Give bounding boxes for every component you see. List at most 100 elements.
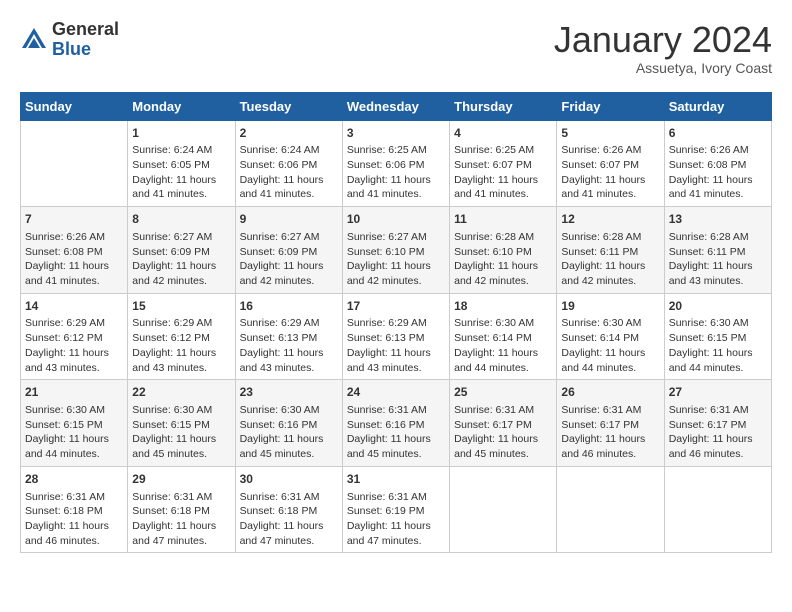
sunrise-text: Sunrise: 6:25 AM (347, 144, 427, 156)
sunset-text: Sunset: 6:17 PM (561, 419, 639, 431)
sunset-text: Sunset: 6:10 PM (454, 246, 532, 258)
daylight-text: Daylight: 11 hours and 47 minutes. (132, 520, 216, 547)
sunrise-text: Sunrise: 6:26 AM (561, 144, 641, 156)
sunrise-text: Sunrise: 6:24 AM (240, 144, 320, 156)
daylight-text: Daylight: 11 hours and 46 minutes. (669, 433, 753, 460)
sunrise-text: Sunrise: 6:31 AM (347, 491, 427, 503)
sunrise-text: Sunrise: 6:30 AM (25, 404, 105, 416)
sunrise-text: Sunrise: 6:25 AM (454, 144, 534, 156)
daylight-text: Daylight: 11 hours and 45 minutes. (454, 433, 538, 460)
daylight-text: Daylight: 11 hours and 42 minutes. (347, 260, 431, 287)
calendar-cell: 16 Sunrise: 6:29 AM Sunset: 6:13 PM Dayl… (235, 293, 342, 380)
daylight-text: Daylight: 11 hours and 41 minutes. (669, 174, 753, 201)
sunset-text: Sunset: 6:05 PM (132, 159, 210, 171)
weekday-thursday: Thursday (450, 92, 557, 120)
daylight-text: Daylight: 11 hours and 42 minutes. (454, 260, 538, 287)
day-number: 15 (132, 298, 230, 315)
sunset-text: Sunset: 6:12 PM (25, 332, 103, 344)
daylight-text: Daylight: 11 hours and 47 minutes. (347, 520, 431, 547)
calendar-cell: 23 Sunrise: 6:30 AM Sunset: 6:16 PM Dayl… (235, 380, 342, 467)
sunset-text: Sunset: 6:06 PM (240, 159, 318, 171)
sunset-text: Sunset: 6:15 PM (669, 332, 747, 344)
calendar-cell: 15 Sunrise: 6:29 AM Sunset: 6:12 PM Dayl… (128, 293, 235, 380)
title-block: January 2024 Assuetya, Ivory Coast (554, 20, 772, 76)
sunrise-text: Sunrise: 6:24 AM (132, 144, 212, 156)
month-title: January 2024 (554, 20, 772, 60)
day-number: 12 (561, 211, 659, 228)
calendar-cell: 29 Sunrise: 6:31 AM Sunset: 6:18 PM Dayl… (128, 466, 235, 553)
day-number: 9 (240, 211, 338, 228)
sunset-text: Sunset: 6:11 PM (669, 246, 746, 258)
calendar-cell: 22 Sunrise: 6:30 AM Sunset: 6:15 PM Dayl… (128, 380, 235, 467)
week-row-3: 14 Sunrise: 6:29 AM Sunset: 6:12 PM Dayl… (21, 293, 772, 380)
sunset-text: Sunset: 6:07 PM (561, 159, 639, 171)
daylight-text: Daylight: 11 hours and 43 minutes. (132, 347, 216, 374)
daylight-text: Daylight: 11 hours and 47 minutes. (240, 520, 324, 547)
sunset-text: Sunset: 6:08 PM (25, 246, 103, 258)
daylight-text: Daylight: 11 hours and 41 minutes. (25, 260, 109, 287)
calendar-cell: 24 Sunrise: 6:31 AM Sunset: 6:16 PM Dayl… (342, 380, 449, 467)
sunset-text: Sunset: 6:09 PM (132, 246, 210, 258)
logo-text: General Blue (52, 20, 119, 60)
calendar-cell: 17 Sunrise: 6:29 AM Sunset: 6:13 PM Dayl… (342, 293, 449, 380)
week-row-4: 21 Sunrise: 6:30 AM Sunset: 6:15 PM Dayl… (21, 380, 772, 467)
day-number: 3 (347, 125, 445, 142)
daylight-text: Daylight: 11 hours and 46 minutes. (25, 520, 109, 547)
sunrise-text: Sunrise: 6:31 AM (240, 491, 320, 503)
sunset-text: Sunset: 6:19 PM (347, 505, 425, 517)
sunrise-text: Sunrise: 6:30 AM (669, 317, 749, 329)
day-number: 28 (25, 471, 123, 488)
daylight-text: Daylight: 11 hours and 45 minutes. (132, 433, 216, 460)
daylight-text: Daylight: 11 hours and 41 minutes. (347, 174, 431, 201)
calendar-cell: 7 Sunrise: 6:26 AM Sunset: 6:08 PM Dayli… (21, 207, 128, 294)
daylight-text: Daylight: 11 hours and 41 minutes. (454, 174, 538, 201)
sunset-text: Sunset: 6:11 PM (561, 246, 638, 258)
sunrise-text: Sunrise: 6:31 AM (669, 404, 749, 416)
sunset-text: Sunset: 6:14 PM (561, 332, 639, 344)
calendar-cell: 28 Sunrise: 6:31 AM Sunset: 6:18 PM Dayl… (21, 466, 128, 553)
calendar-cell: 6 Sunrise: 6:26 AM Sunset: 6:08 PM Dayli… (664, 120, 771, 207)
logo-icon (20, 26, 48, 54)
logo: General Blue (20, 20, 119, 60)
sunrise-text: Sunrise: 6:30 AM (454, 317, 534, 329)
sunset-text: Sunset: 6:14 PM (454, 332, 532, 344)
calendar-cell: 19 Sunrise: 6:30 AM Sunset: 6:14 PM Dayl… (557, 293, 664, 380)
calendar-cell: 26 Sunrise: 6:31 AM Sunset: 6:17 PM Dayl… (557, 380, 664, 467)
weekday-header-row: SundayMondayTuesdayWednesdayThursdayFrid… (21, 92, 772, 120)
sunrise-text: Sunrise: 6:30 AM (240, 404, 320, 416)
day-number: 5 (561, 125, 659, 142)
weekday-tuesday: Tuesday (235, 92, 342, 120)
sunrise-text: Sunrise: 6:28 AM (561, 231, 641, 243)
sunset-text: Sunset: 6:15 PM (132, 419, 210, 431)
calendar-cell: 8 Sunrise: 6:27 AM Sunset: 6:09 PM Dayli… (128, 207, 235, 294)
calendar-cell (450, 466, 557, 553)
calendar-cell: 18 Sunrise: 6:30 AM Sunset: 6:14 PM Dayl… (450, 293, 557, 380)
sunset-text: Sunset: 6:16 PM (347, 419, 425, 431)
daylight-text: Daylight: 11 hours and 42 minutes. (132, 260, 216, 287)
day-number: 26 (561, 384, 659, 401)
day-number: 17 (347, 298, 445, 315)
daylight-text: Daylight: 11 hours and 43 minutes. (669, 260, 753, 287)
sunset-text: Sunset: 6:18 PM (240, 505, 318, 517)
calendar-cell: 20 Sunrise: 6:30 AM Sunset: 6:15 PM Dayl… (664, 293, 771, 380)
daylight-text: Daylight: 11 hours and 45 minutes. (240, 433, 324, 460)
week-row-2: 7 Sunrise: 6:26 AM Sunset: 6:08 PM Dayli… (21, 207, 772, 294)
sunrise-text: Sunrise: 6:30 AM (561, 317, 641, 329)
sunset-text: Sunset: 6:09 PM (240, 246, 318, 258)
calendar-cell (557, 466, 664, 553)
calendar-cell: 13 Sunrise: 6:28 AM Sunset: 6:11 PM Dayl… (664, 207, 771, 294)
sunset-text: Sunset: 6:18 PM (132, 505, 210, 517)
day-number: 22 (132, 384, 230, 401)
daylight-text: Daylight: 11 hours and 42 minutes. (240, 260, 324, 287)
day-number: 20 (669, 298, 767, 315)
day-number: 1 (132, 125, 230, 142)
daylight-text: Daylight: 11 hours and 44 minutes. (454, 347, 538, 374)
sunrise-text: Sunrise: 6:26 AM (669, 144, 749, 156)
page-header: General Blue January 2024 Assuetya, Ivor… (20, 20, 772, 76)
day-number: 21 (25, 384, 123, 401)
calendar-cell: 3 Sunrise: 6:25 AM Sunset: 6:06 PM Dayli… (342, 120, 449, 207)
sunrise-text: Sunrise: 6:29 AM (132, 317, 212, 329)
daylight-text: Daylight: 11 hours and 44 minutes. (561, 347, 645, 374)
day-number: 13 (669, 211, 767, 228)
day-number: 4 (454, 125, 552, 142)
